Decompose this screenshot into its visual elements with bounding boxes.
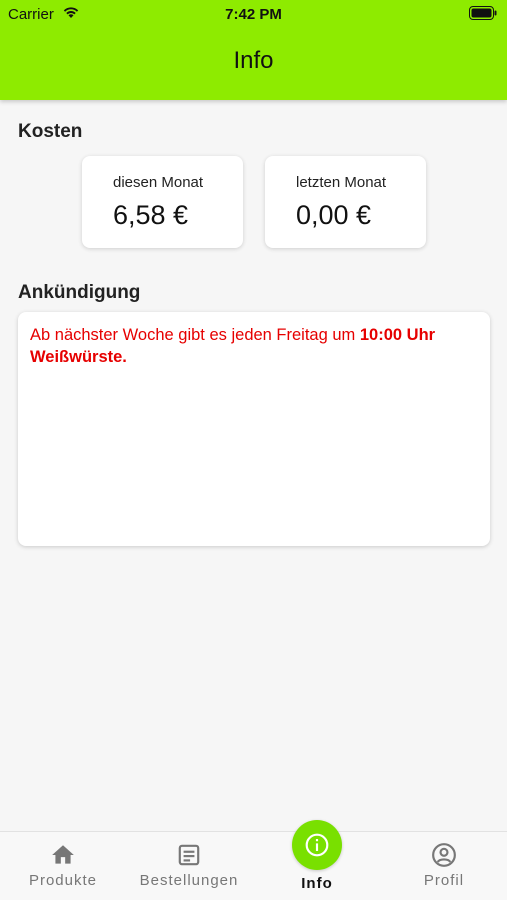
announcement-text-regular: Ab nächster Woche gibt es jeden Freitag … (30, 326, 360, 344)
nav-item-info[interactable]: Info (254, 820, 380, 900)
home-icon (50, 842, 76, 873)
active-indicator (292, 820, 342, 870)
bottom-navigation: Produkte Bestellungen Info Profil (0, 820, 507, 900)
nav-label: Bestellungen (139, 872, 239, 889)
nav-label: Info (301, 875, 333, 892)
nav-item-produkte[interactable]: Produkte (0, 832, 126, 900)
nav-label: Produkte (28, 872, 98, 889)
cost-label: letzten Monat (296, 174, 387, 191)
cost-value: 6,58 € (113, 200, 189, 230)
battery-icon (469, 6, 497, 24)
cost-label: diesen Monat (113, 174, 204, 191)
status-time: 7:42 PM (225, 6, 282, 23)
kosten-heading: Kosten (18, 121, 83, 142)
announcement-heading: Ankündigung (18, 282, 141, 303)
nav-item-bestellungen[interactable]: Bestellungen (126, 832, 252, 900)
cost-card-this-month: diesen Monat 6,58 € (82, 156, 243, 248)
status-bar: Carrier 7:42 PM (0, 0, 507, 28)
cost-card-last-month: letzten Monat 0,00 € (265, 156, 426, 248)
page-title: Info (233, 47, 274, 74)
orders-icon (176, 842, 202, 873)
announcement-card: Ab nächster Woche gibt es jeden Freitag … (18, 312, 490, 546)
nav-item-profil[interactable]: Profil (381, 832, 507, 900)
profile-icon (431, 842, 457, 873)
nav-label: Profil (423, 872, 465, 889)
app-header: Carrier 7:42 PM Info (0, 0, 507, 100)
cost-value: 0,00 € (296, 200, 372, 230)
announcement-text: Ab nächster Woche gibt es jeden Freitag … (30, 324, 478, 368)
